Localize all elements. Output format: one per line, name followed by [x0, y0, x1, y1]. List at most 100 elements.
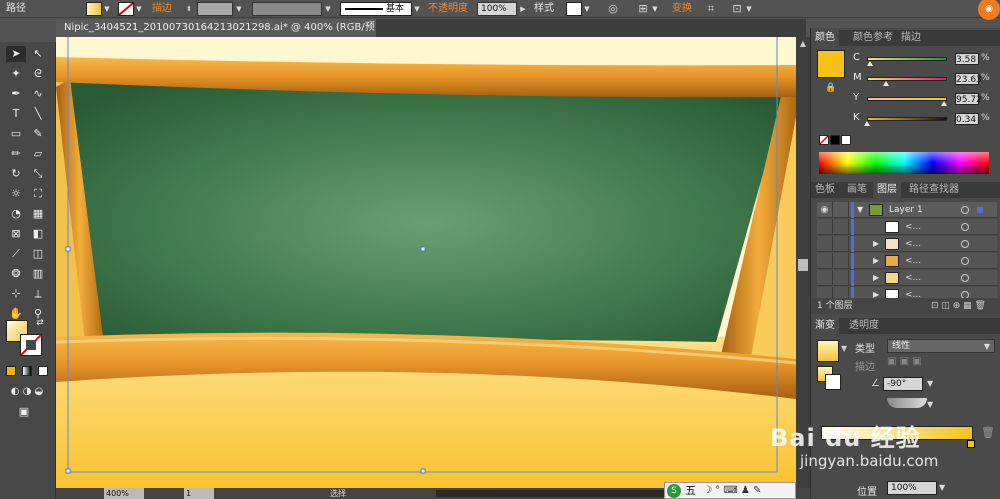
gradient-type-dropdown-icon[interactable]: ▼ [984, 340, 990, 353]
free-transform-tool-icon[interactable]: ⛶ [28, 186, 48, 202]
channel-value-field[interactable]: 23.63 [955, 73, 982, 85]
aspect-dropdown-icon[interactable]: ▼ [927, 398, 939, 412]
channel-track[interactable] [867, 97, 947, 101]
column-graph-tool-icon[interactable]: ▥ [28, 266, 48, 282]
sublayer-name[interactable]: <... [905, 219, 921, 235]
sublayer-visibility-toggle[interactable] [817, 253, 833, 269]
expand-layer-icon[interactable]: ▼ [857, 202, 863, 218]
gradient-tool-icon[interactable]: ◧ [28, 226, 48, 242]
ime-status-icons[interactable]: ☽ ° ⌨ ♟ ✎ [703, 483, 761, 499]
blend-tool-icon[interactable]: ◫ [28, 246, 48, 262]
pen-tool-icon[interactable]: ✒ [6, 86, 26, 102]
gradient-type-select[interactable]: 线性 ▼ [887, 339, 995, 353]
slice-tool-icon[interactable]: ⟂ [28, 286, 48, 302]
swap-fill-stroke-icon[interactable]: ⇄ [34, 315, 46, 331]
tab-stroke[interactable]: 描边 [897, 30, 925, 46]
artboard-tool-icon[interactable]: ⊹ [6, 286, 26, 302]
channel-value-field[interactable]: 3.58 [955, 53, 979, 65]
rotate-tool-icon[interactable]: ↻ [6, 166, 26, 182]
color-mode-icon[interactable] [6, 366, 16, 376]
stroke-weight-stepper-icon[interactable]: ⬍ [184, 2, 194, 16]
sublayer-lock-toggle[interactable] [833, 270, 849, 286]
sublayer-target-icon[interactable] [961, 223, 969, 231]
expand-sublayer-icon[interactable]: ▶ [873, 236, 879, 252]
opacity-label[interactable]: 不透明度 [428, 2, 468, 16]
channel-thumb[interactable] [882, 81, 889, 86]
stroke-weight-field[interactable] [197, 2, 233, 16]
pencil-tool-icon[interactable]: ✏ [6, 146, 26, 162]
visibility-eye-icon[interactable]: ◉ [817, 202, 833, 218]
opacity-field[interactable]: 100% [477, 2, 517, 16]
channel-track[interactable] [867, 77, 947, 81]
angle-field[interactable]: -90° [883, 377, 923, 391]
warp-tool-icon[interactable]: ☼ [6, 186, 26, 202]
sublayer-lock-toggle[interactable] [833, 253, 849, 269]
channel-thumb[interactable] [866, 61, 873, 66]
angle-dropdown-icon[interactable]: ▼ [927, 377, 939, 391]
channel-track[interactable] [867, 57, 947, 61]
sublayer-lock-toggle[interactable] [833, 219, 849, 235]
stroke-dropdown-icon[interactable]: ▼ [134, 2, 144, 16]
sublayer-visibility-toggle[interactable] [817, 219, 833, 235]
page-field[interactable]: 1 [184, 488, 214, 499]
cmyk-slider-k[interactable]: K 0.34% [851, 112, 999, 128]
sublayer-name[interactable]: <... [905, 270, 921, 286]
expand-sublayer-icon[interactable]: ▶ [873, 253, 879, 269]
tab-color[interactable]: 颜色 [811, 30, 839, 46]
sublayer-visibility-toggle[interactable] [817, 236, 833, 252]
fill-swatch[interactable] [86, 2, 102, 16]
transform-label[interactable]: 变换 [672, 2, 692, 16]
tab-transparency[interactable]: 透明度 [845, 318, 883, 334]
vertical-scroll-thumb[interactable] [798, 259, 808, 271]
gradient-stroke-proxy[interactable] [825, 374, 841, 390]
screen-mode-icon[interactable]: ▣ [14, 404, 34, 420]
style-dropdown-icon[interactable]: ▼ [582, 2, 592, 16]
fill-dropdown-icon[interactable]: ▼ [102, 2, 112, 16]
layers-footer-icons[interactable]: ⊡ ◫ ⊕ ▦ 🗑 [931, 298, 986, 314]
cmyk-slider-y[interactable]: Y 95.72% [851, 92, 999, 108]
options-dropdown-icon[interactable]: ▼ [744, 2, 754, 16]
shape-builder-tool-icon[interactable]: ◔ [6, 206, 26, 222]
eraser-tool-icon[interactable]: ▱ [28, 146, 48, 162]
options-icon[interactable]: ⊡ [730, 2, 744, 16]
delete-stop-icon[interactable]: 🗑 [981, 426, 995, 439]
paintbrush-tool-icon[interactable]: ✎ [28, 126, 48, 142]
sublayer-target-icon[interactable] [961, 274, 969, 282]
ime-mode-label[interactable]: 五 [685, 483, 696, 499]
opacity-dropdown-icon[interactable]: ▶ [518, 2, 528, 16]
scale-tool-icon[interactable]: ⤡ [28, 166, 48, 182]
variable-width-dropdown-icon[interactable]: ▼ [323, 2, 333, 16]
sublayer-row[interactable]: ▶ <... [817, 253, 997, 269]
gradient-preview-dropdown-icon[interactable]: ▼ [841, 344, 847, 353]
line-tool-icon[interactable]: ╲ [28, 106, 48, 122]
tab-brushes[interactable]: 画笔 [843, 182, 871, 198]
tab-layers[interactable]: 图层 [873, 182, 901, 198]
sublayer-name[interactable]: <... [905, 253, 921, 269]
stroke-style-field[interactable]: 基本 [340, 2, 412, 16]
channel-thumb[interactable] [864, 121, 871, 126]
stroke-label[interactable]: 描边 [152, 2, 172, 16]
channel-thumb[interactable] [940, 101, 947, 106]
expand-sublayer-icon[interactable]: ▶ [873, 270, 879, 286]
channel-value-field[interactable]: 0.34 [955, 113, 979, 125]
style-swatch[interactable] [566, 2, 582, 16]
cmyk-slider-c[interactable]: C 3.58% [851, 52, 999, 68]
white-swatch[interactable] [841, 135, 851, 145]
type-tool-icon[interactable]: T [6, 106, 26, 122]
rectangle-tool-icon[interactable]: ▭ [6, 126, 26, 142]
lock-icon[interactable]: 🔒 [825, 83, 836, 93]
tab-pathfinder[interactable]: 路径查找器 [905, 182, 963, 198]
color-fill-proxy[interactable] [817, 50, 845, 78]
color-spectrum[interactable] [819, 152, 989, 174]
tab-gradient[interactable]: 渐变 [811, 318, 839, 334]
layer-name[interactable]: Layer 1 [889, 202, 923, 218]
sublayer-target-icon[interactable] [961, 240, 969, 248]
zoom-field[interactable]: 400% [104, 488, 144, 499]
none-mode-icon[interactable] [38, 366, 48, 376]
document-tab[interactable]: Nipic_3404521_20100730164213021298.ai* @… [56, 19, 376, 51]
sublayer-row[interactable]: ▶ <... [817, 236, 997, 252]
layer-row[interactable]: ◉ ▼ Layer 1 [817, 202, 997, 218]
channel-track[interactable] [867, 117, 947, 121]
stroke-swatch[interactable] [118, 2, 134, 16]
sublayer-visibility-toggle[interactable] [817, 270, 833, 286]
